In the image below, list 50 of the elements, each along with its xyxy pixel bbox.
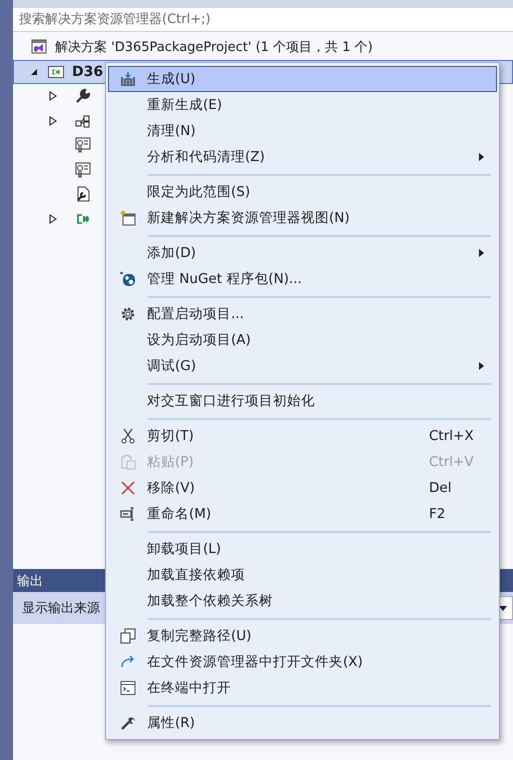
expand-arrow-icon[interactable] — [49, 214, 57, 224]
menu-item[interactable]: 在终端中打开 — [108, 675, 497, 701]
output-panel-title: 输出 — [17, 572, 43, 590]
dropdown-arrow-icon[interactable] — [499, 606, 507, 610]
expand-arrow-icon[interactable] — [49, 91, 57, 102]
menu-item[interactable]: 重新生成(E) — [108, 92, 497, 118]
menu-item[interactable]: 管理 NuGet 程序包(N)... — [108, 266, 497, 292]
menu-item[interactable]: 在文件资源管理器中打开文件夹(X) — [108, 649, 497, 675]
remove-icon — [120, 480, 136, 496]
solution-icon — [31, 39, 47, 55]
nodes-icon — [75, 112, 91, 129]
menu-item[interactable]: 属性(R) — [108, 710, 497, 736]
build-icon — [120, 71, 136, 87]
menu-item[interactable]: 移除(V) Del — [108, 475, 497, 501]
redo-arrow-icon — [120, 654, 136, 670]
solution-label[interactable]: 解决方案 'D365PackageProject' (1 个项目，共 1 个) — [55, 38, 373, 56]
scissors-icon — [120, 428, 136, 444]
certificate-icon — [75, 162, 91, 178]
menu-item[interactable]: 卸载项目(L) — [108, 536, 497, 562]
output-source-label: 显示输出来源 — [22, 600, 100, 617]
wrench-icon — [120, 715, 136, 731]
expand-arrow-icon[interactable] — [49, 116, 57, 126]
rename-icon — [120, 506, 136, 522]
menu-item[interactable]: 重命名(M) F2 — [108, 501, 497, 527]
collapse-arrow-icon[interactable] — [30, 68, 40, 76]
settings-file-icon — [75, 186, 91, 202]
settings-icon — [120, 306, 136, 322]
menu-item[interactable]: 调试(G) — [108, 353, 497, 379]
copy-icon — [120, 628, 136, 644]
menu-item[interactable]: 添加(D) — [108, 240, 497, 266]
menu-item[interactable]: 配置启动项目... — [108, 301, 497, 327]
search-field[interactable]: 搜索解决方案资源管理器(Ctrl+;) — [13, 8, 513, 32]
new-window-icon — [120, 210, 136, 226]
terminal-icon — [120, 680, 136, 696]
menu-item[interactable]: 限定为此范围(S) — [108, 179, 497, 205]
certificate-icon — [75, 137, 91, 154]
csharp-project-icon — [48, 64, 64, 80]
menu-item[interactable]: 复制完整路径(U) — [108, 623, 497, 649]
nuget-icon — [120, 271, 136, 287]
menu-item[interactable]: 加载直接依赖项 — [108, 562, 497, 588]
menu-item[interactable]: 对交互窗口进行项目初始化 — [108, 388, 497, 414]
menu-item[interactable]: 清理(N) — [108, 118, 497, 144]
menu-item[interactable]: 加载整个依赖关系树 — [108, 588, 497, 614]
paste-icon — [120, 454, 136, 470]
menu-item[interactable]: 设为启动项目(A) — [108, 327, 497, 353]
menu-item[interactable]: 生成(U) — [108, 66, 497, 92]
menu-item[interactable]: 分析和代码清理(Z) — [108, 144, 497, 170]
menu-item[interactable]: 新建解决方案资源管理器视图(N) — [108, 205, 497, 231]
menu-item[interactable]: 剪切(T) Ctrl+X — [108, 423, 497, 449]
wrench-icon — [75, 88, 91, 104]
